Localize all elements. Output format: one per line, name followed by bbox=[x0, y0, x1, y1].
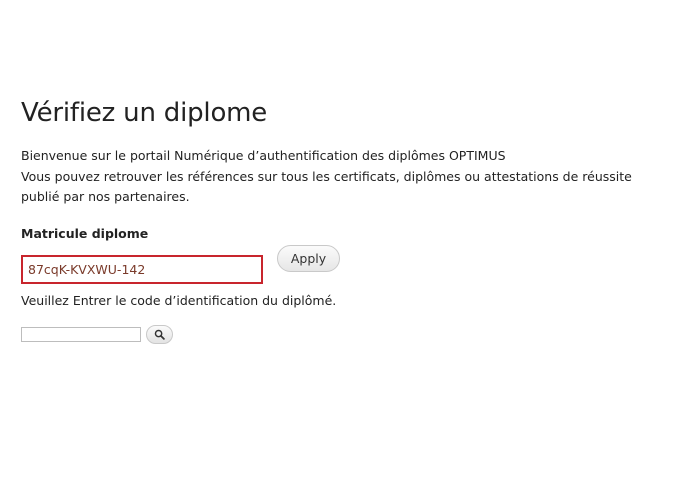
intro-line: Vous pouvez retrouver les références sur… bbox=[21, 168, 632, 184]
intro-line: Bienvenue sur le portail Numérique d’aut… bbox=[21, 148, 506, 163]
search-icon bbox=[154, 329, 165, 340]
matricule-label: Matricule diplome bbox=[21, 226, 149, 241]
search-button[interactable] bbox=[146, 325, 173, 344]
apply-button[interactable]: Apply bbox=[277, 245, 340, 272]
intro-line: publié par nos partenaires. bbox=[21, 189, 190, 204]
page-title: Vérifiez un diplome bbox=[21, 98, 268, 128]
matricule-input[interactable] bbox=[21, 255, 263, 284]
intro-text: Bienvenue sur le portail Numérique d’aut… bbox=[21, 146, 661, 208]
help-text: Veuillez Entrer le code d’identification… bbox=[21, 293, 337, 308]
search-input[interactable] bbox=[21, 327, 141, 342]
